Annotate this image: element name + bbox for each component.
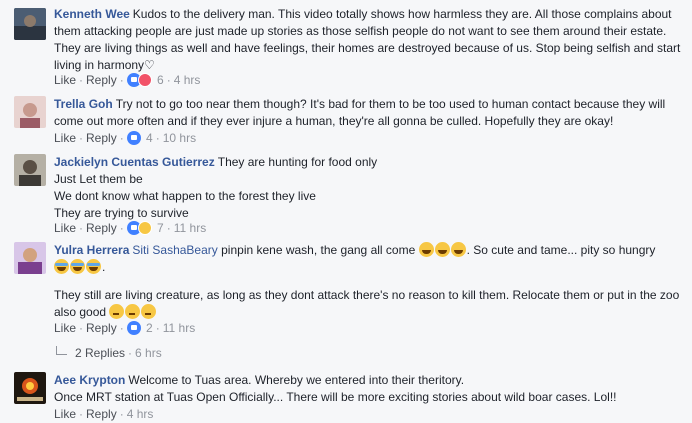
comment-line: . — [54, 259, 684, 276]
reply-link[interactable]: Reply — [86, 221, 117, 235]
reaction-count[interactable]: 4 — [146, 131, 153, 145]
avatar-photo — [14, 242, 46, 274]
reply-link[interactable]: Reply — [86, 407, 117, 421]
comment-text: pinpin kene wash, the gang all come — [221, 243, 416, 257]
separator-dot: · — [166, 221, 171, 235]
sad-reaction-icon[interactable] — [137, 221, 152, 235]
comment-text: Kudos to the delivery man. This video to… — [54, 7, 681, 72]
like-reaction-icon[interactable] — [126, 131, 141, 145]
comment-line: Jackielyn Cuentas Gutierrez They are hunt… — [54, 154, 684, 171]
separator-dot: · — [119, 131, 124, 145]
crying-emoji-icon — [54, 259, 69, 274]
laughing-emoji-icon — [450, 242, 466, 257]
avatar[interactable] — [14, 372, 46, 404]
thinking-emoji-icon — [109, 304, 125, 319]
timestamp[interactable]: 11 hrs — [174, 221, 206, 235]
reply-link[interactable]: Reply — [86, 131, 117, 145]
comment-actions: Like · Reply · 6 · 4 hrs — [54, 72, 200, 88]
comment-text-line: Once MRT station at Tuas Open Officially… — [54, 390, 617, 404]
comment-author[interactable]: Trella Goh — [54, 97, 113, 111]
comment-text-line: Just Let them be — [54, 172, 143, 186]
comment-actions: Like · Reply · 2 · 11 hrs — [54, 320, 195, 336]
like-link[interactable]: Like — [54, 321, 76, 335]
separator-dot: · — [79, 131, 84, 145]
separator-dot: · — [155, 131, 160, 145]
comment-text-line: They are hunting for food only — [217, 155, 378, 169]
reply-link[interactable]: Reply — [86, 321, 117, 335]
avatar[interactable] — [14, 154, 46, 186]
comment-text: . So cute and tame... pity so hungry — [466, 243, 656, 257]
separator-dot: · — [79, 73, 84, 87]
avatar[interactable] — [14, 8, 46, 40]
like-link[interactable]: Like — [54, 73, 76, 87]
mention-link[interactable]: Siti SashaBeary — [132, 243, 217, 257]
separator-dot: · — [128, 346, 133, 360]
separator-dot: · — [79, 407, 84, 421]
reaction-count[interactable]: 6 — [157, 73, 164, 87]
comment-actions: Like · Reply · 4 · 10 hrs — [54, 130, 196, 146]
separator-dot: · — [79, 221, 84, 235]
replies-link[interactable]: 2 Replies — [75, 346, 125, 360]
comment-body: Yulra Herrera Siti SashaBeary pinpin kene… — [54, 242, 684, 321]
timestamp[interactable]: 11 hrs — [163, 321, 195, 335]
love-reaction-icon[interactable] — [137, 73, 152, 87]
reaction-count[interactable]: 7 — [157, 221, 164, 235]
timestamp[interactable]: 4 hrs — [174, 73, 201, 87]
separator-dot: · — [119, 221, 124, 235]
comment-author[interactable]: Jackielyn Cuentas Gutierrez — [54, 155, 215, 169]
separator-dot: · — [155, 321, 160, 335]
like-link[interactable]: Like — [54, 407, 76, 421]
avatar-photo — [14, 8, 46, 40]
comment-text-line: We dont know what happen to the forest t… — [54, 189, 316, 203]
comment-body: Trella Goh Try not to go too near them th… — [54, 96, 684, 130]
view-replies[interactable]: 2 Replies · 6 hrs — [54, 345, 162, 361]
like-reaction-icon[interactable] — [126, 321, 141, 335]
avatar-photo — [14, 372, 46, 404]
crying-emoji-icon — [70, 259, 85, 274]
comment-text: Try not to go too near them though? It's… — [54, 97, 666, 128]
comment-line: Aee Krypton Welcome to Tuas area. Whereby… — [54, 372, 684, 389]
comment-line: Yulra Herrera Siti SashaBeary pinpin kene… — [54, 242, 684, 259]
thinking-emoji-icon — [141, 304, 157, 319]
comment-body: Kenneth Wee Kudos to the delivery man. Th… — [54, 6, 684, 74]
comment-actions: Like · Reply · 7 · 11 hrs — [54, 220, 206, 236]
comment-body: Jackielyn Cuentas Gutierrez They are hunt… — [54, 154, 684, 222]
timestamp[interactable]: 10 hrs — [163, 131, 196, 145]
separator-dot: · — [119, 407, 124, 421]
crying-emoji-icon — [86, 259, 101, 274]
comment-paragraph: They still are living creature, as long … — [54, 287, 684, 321]
comment-text-line: Welcome to Tuas area. Whereby we entered… — [128, 373, 465, 387]
avatar-photo — [14, 154, 46, 186]
laughing-emoji-icon — [418, 242, 434, 257]
thinking-emoji-icon — [125, 304, 141, 319]
like-link[interactable]: Like — [54, 221, 76, 235]
separator-dot: · — [119, 73, 124, 87]
comment-author[interactable]: Yulra Herrera — [54, 243, 129, 257]
avatar[interactable] — [14, 96, 46, 128]
comment-actions: Like · Reply · 4 hrs — [54, 406, 153, 422]
avatar[interactable] — [14, 242, 46, 274]
replies-timestamp[interactable]: 6 hrs — [135, 346, 162, 360]
comment-text: . — [102, 260, 106, 274]
separator-dot: · — [166, 73, 171, 87]
comment-author[interactable]: Kenneth Wee — [54, 7, 130, 21]
avatar-photo — [14, 96, 46, 128]
reply-arrow-icon — [56, 346, 67, 355]
timestamp[interactable]: 4 hrs — [127, 407, 154, 421]
comment-body: Aee Krypton Welcome to Tuas area. Whereby… — [54, 372, 684, 406]
reply-link[interactable]: Reply — [86, 73, 117, 87]
like-link[interactable]: Like — [54, 131, 76, 145]
comment-author[interactable]: Aee Krypton — [54, 373, 125, 387]
reaction-count[interactable]: 2 — [146, 321, 153, 335]
laughing-emoji-icon — [434, 242, 450, 257]
separator-dot: · — [79, 321, 84, 335]
separator-dot: · — [119, 321, 124, 335]
